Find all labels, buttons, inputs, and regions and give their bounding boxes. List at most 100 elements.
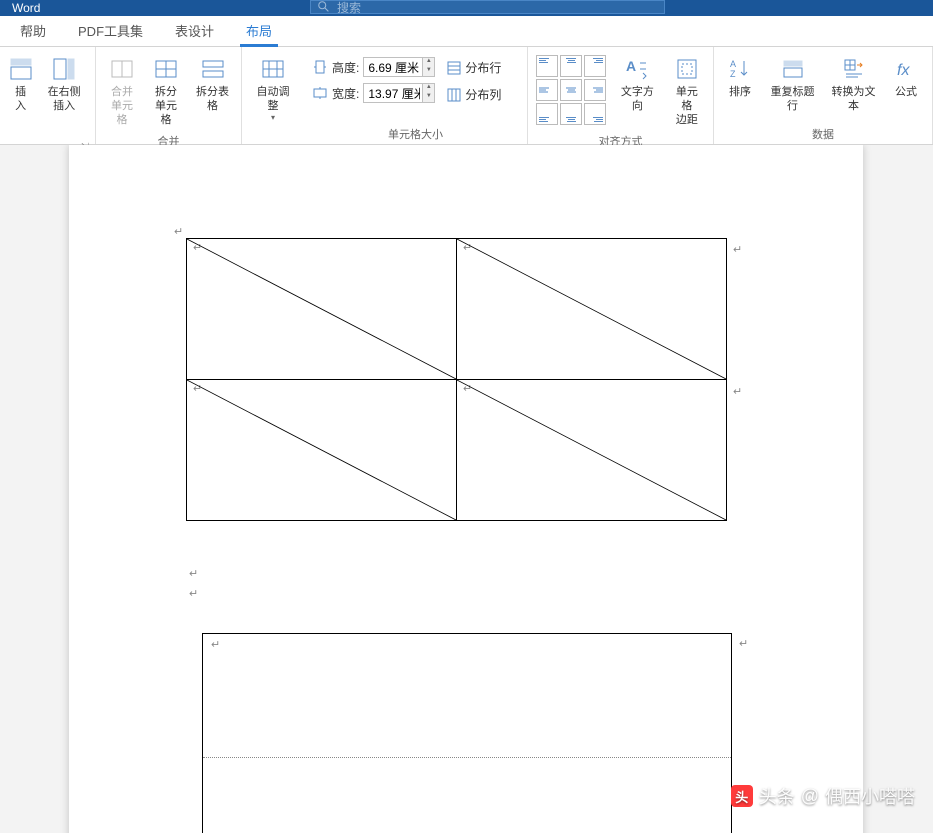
watermark-prefix: 头条 bbox=[759, 783, 795, 809]
repeat-header-button[interactable]: 重复标题行 bbox=[762, 51, 823, 117]
paragraph-mark: ↵ bbox=[211, 638, 220, 651]
paragraph-mark: ↵ bbox=[463, 242, 472, 254]
cell-margins-label: 单元格 边距 bbox=[671, 85, 703, 127]
search-icon bbox=[317, 0, 331, 14]
split-cells-label: 拆分 单元格 bbox=[150, 85, 182, 127]
table-cell[interactable]: ↵ bbox=[457, 239, 727, 380]
insert-icon bbox=[7, 55, 35, 83]
watermark-author: 偶西小嗒嗒 bbox=[825, 783, 915, 809]
spin-down-icon[interactable]: ▼ bbox=[422, 93, 434, 102]
merge-cells-icon bbox=[108, 55, 136, 83]
alignment-grid bbox=[532, 51, 610, 129]
align-bottom-center[interactable] bbox=[560, 103, 582, 125]
paragraph-mark: ↵ bbox=[739, 637, 748, 650]
distribute-rows-button[interactable]: 分布行 bbox=[443, 57, 505, 78]
align-middle-left[interactable] bbox=[536, 79, 558, 101]
text-direction-label: 文字方向 bbox=[616, 85, 659, 113]
tab-table-design[interactable]: 表设计 bbox=[159, 15, 230, 46]
group-cell-size-label: 单元格大小 bbox=[304, 124, 527, 144]
insert-right-label: 在右侧插入 bbox=[43, 85, 85, 113]
diagonal-line bbox=[457, 239, 726, 379]
formula-label: 公式 bbox=[895, 85, 917, 99]
diagonal-line bbox=[457, 380, 726, 520]
align-bottom-right[interactable] bbox=[584, 103, 606, 125]
cell-margins-button[interactable]: 单元格 边距 bbox=[665, 51, 709, 131]
formula-button[interactable]: fx 公式 bbox=[884, 51, 928, 103]
autofit-icon bbox=[259, 55, 287, 83]
paragraph-mark: ↵ bbox=[189, 567, 198, 580]
paragraph-mark: ↵ bbox=[193, 242, 202, 254]
convert-to-text-button[interactable]: 转换为文本 bbox=[823, 51, 884, 117]
text-box-shape[interactable]: ↵ bbox=[202, 633, 732, 833]
table-cell[interactable]: ↵ bbox=[187, 239, 457, 380]
align-top-center[interactable] bbox=[560, 55, 582, 77]
group-merge: 合并 单元格 拆分 单元格 拆分表格 合并 bbox=[96, 47, 242, 144]
group-autofit: 自动调整 ▾ bbox=[242, 47, 304, 144]
app-title: Word bbox=[12, 1, 40, 15]
group-rows-columns-label: ⇲ bbox=[0, 140, 95, 144]
search-placeholder: 搜索 bbox=[337, 0, 361, 16]
diagonal-line bbox=[187, 239, 456, 379]
autofit-button[interactable]: 自动调整 ▾ bbox=[246, 51, 300, 126]
distribute-cols-button[interactable]: 分布列 bbox=[443, 84, 505, 105]
align-bottom-left[interactable] bbox=[536, 103, 558, 125]
width-row: 宽度: ▲▼ bbox=[312, 83, 435, 103]
paragraph-mark: ↵ bbox=[463, 383, 472, 395]
tab-pdf-tools[interactable]: PDF工具集 bbox=[62, 15, 159, 46]
convert-to-text-label: 转换为文本 bbox=[829, 85, 878, 113]
toutiao-logo-icon: 头 bbox=[731, 785, 753, 807]
repeat-header-icon bbox=[779, 55, 807, 83]
align-middle-right[interactable] bbox=[584, 79, 606, 101]
autofit-label: 自动调整 bbox=[252, 85, 294, 113]
distribute-cols-icon bbox=[447, 88, 461, 102]
paragraph-mark: ↵ bbox=[733, 243, 742, 256]
cell-margins-icon bbox=[673, 55, 701, 83]
search-box[interactable]: 搜索 bbox=[310, 0, 665, 14]
table-row: ↵ ↵ bbox=[187, 380, 727, 521]
align-top-left[interactable] bbox=[536, 55, 558, 77]
svg-text:A: A bbox=[730, 59, 736, 69]
split-cells-button[interactable]: 拆分 单元格 bbox=[144, 51, 188, 131]
distribute-rows-label: 分布行 bbox=[465, 59, 501, 76]
page[interactable]: ↵ ↵ ↵ ↵ ↵ bbox=[69, 145, 863, 833]
svg-text:A: A bbox=[626, 58, 636, 74]
insert-right-icon bbox=[50, 55, 78, 83]
distribute-rows-icon bbox=[447, 61, 461, 75]
spin-down-icon[interactable]: ▼ bbox=[422, 67, 434, 76]
svg-text:Z: Z bbox=[730, 69, 736, 79]
tab-layout[interactable]: 布局 bbox=[230, 15, 288, 46]
paragraph-mark: ↵ bbox=[193, 383, 202, 395]
distribute-cols-label: 分布列 bbox=[465, 86, 501, 103]
insert-button-clipped[interactable]: 插入 bbox=[4, 51, 37, 117]
watermark-at: @ bbox=[801, 786, 819, 807]
height-icon bbox=[312, 59, 328, 75]
document-table[interactable]: ↵ ↵ ↵ ↵ bbox=[186, 238, 727, 521]
spin-up-icon[interactable]: ▲ bbox=[422, 84, 434, 93]
group-cell-size: 高度: ▲▼ 宽度: ▲▼ bbox=[304, 47, 528, 144]
text-direction-button[interactable]: A 文字方向 bbox=[610, 51, 665, 117]
table-cell[interactable]: ↵ bbox=[457, 380, 727, 521]
height-label: 高度: bbox=[332, 59, 359, 76]
table-cell[interactable]: ↵ bbox=[187, 380, 457, 521]
insert-right-button[interactable]: 在右侧插入 bbox=[37, 51, 91, 117]
document-area[interactable]: ↵ ↵ ↵ ↵ ↵ bbox=[0, 145, 933, 833]
split-table-label: 拆分表格 bbox=[194, 85, 231, 113]
title-bar: Word 搜索 bbox=[0, 0, 933, 16]
split-table-button[interactable]: 拆分表格 bbox=[188, 51, 237, 117]
merge-cells-button[interactable]: 合并 单元格 bbox=[100, 51, 144, 131]
align-top-right[interactable] bbox=[584, 55, 606, 77]
group-rows-columns: 插入 在右侧插入 ⇲ bbox=[0, 47, 96, 144]
insert-label: 插入 bbox=[10, 85, 31, 113]
group-data-label: 数据 bbox=[714, 124, 932, 144]
paragraph-mark: ↵ bbox=[174, 225, 183, 238]
sort-button[interactable]: AZ 排序 bbox=[718, 51, 762, 103]
sort-icon: AZ bbox=[726, 55, 754, 83]
sort-label: 排序 bbox=[729, 85, 751, 99]
tab-help[interactable]: 帮助 bbox=[4, 15, 62, 46]
formula-icon: fx bbox=[892, 55, 920, 83]
align-middle-center[interactable] bbox=[560, 79, 582, 101]
draw-guide-line bbox=[203, 757, 731, 758]
repeat-header-label: 重复标题行 bbox=[768, 85, 817, 113]
paragraph-mark: ↵ bbox=[189, 587, 198, 600]
spin-up-icon[interactable]: ▲ bbox=[422, 58, 434, 67]
